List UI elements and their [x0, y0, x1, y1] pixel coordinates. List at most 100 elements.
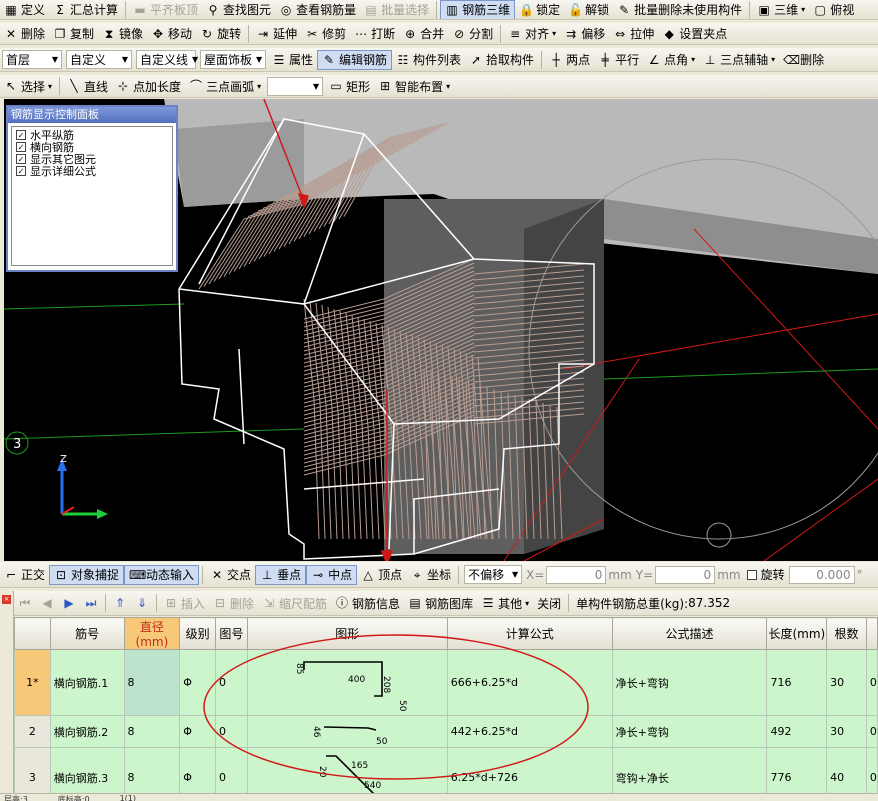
column-header[interactable]: 计算公式: [446, 617, 613, 650]
diameter-cell[interactable]: 8: [123, 649, 181, 716]
y-input[interactable]: 0: [655, 565, 716, 584]
chevron-down-icon[interactable]: ▾: [801, 5, 805, 14]
toolbar-button-scale-2[interactable]: ⇲ 缩尺配筋: [258, 593, 331, 613]
description-cell[interactable]: 净长+弯钩: [611, 649, 768, 716]
shape-cell[interactable]: 2016554050: [246, 747, 448, 793]
first-record-icon[interactable]: ⏮: [18, 596, 32, 610]
move-down-icon[interactable]: ⇓: [135, 596, 149, 610]
column-header[interactable]: 长度(mm): [766, 617, 828, 650]
toolbar-button-offset-11[interactable]: ⇉ 偏移: [560, 24, 609, 44]
chevron-down-icon[interactable]: ▼: [122, 55, 128, 64]
toolbar-button-stretch-12[interactable]: ⇔ 拉伸: [609, 24, 658, 44]
toolbar-button-extend-5[interactable]: ⇥ 延伸: [252, 24, 301, 44]
figure-number-cell[interactable]: 0: [215, 649, 248, 716]
toolbar-button-sigma-1[interactable]: Σ 汇总计算: [49, 0, 122, 19]
formula-cell[interactable]: 666+6.25*d: [446, 649, 613, 716]
diameter-cell[interactable]: 8: [123, 747, 181, 793]
column-header[interactable]: 级别: [179, 617, 216, 650]
toolbar-button-point-angle-6[interactable]: ∠ 点角 ▾: [643, 50, 699, 70]
column-header[interactable]: [865, 617, 878, 650]
toolbar-button-cube-10[interactable]: ▣ 三维 ▾: [753, 0, 809, 19]
row-number[interactable]: 3: [14, 747, 51, 793]
toolbar-button-cursor-0[interactable]: ↖ 选择 ▾: [0, 76, 56, 96]
toolbar-button-perp-4[interactable]: ⊥ 垂点: [255, 564, 307, 585]
grade-cell[interactable]: Φ: [179, 649, 216, 716]
description-cell[interactable]: 净长+弯钩: [611, 715, 768, 748]
extra-cell[interactable]: 0: [865, 715, 878, 748]
move-up-icon[interactable]: ⇑: [113, 596, 127, 610]
toolbar-button-grip-13[interactable]: ◆ 设置夹点: [658, 24, 731, 44]
toolbar-button-delete-0[interactable]: ✕ 删除: [0, 24, 49, 44]
toolbar-button-insert-0[interactable]: ⊞ 插入: [160, 593, 209, 613]
checkbox[interactable]: ✓: [16, 166, 26, 176]
count-cell[interactable]: 30: [826, 649, 867, 716]
toolbar-button-rebar-library-4[interactable]: ▤ 钢筋图库: [404, 593, 477, 613]
prev-record-icon[interactable]: ◀: [40, 596, 54, 610]
length-cell[interactable]: 716: [766, 649, 828, 716]
diameter-cell[interactable]: 8: [123, 715, 181, 748]
toolbar-button-snap-1[interactable]: ⊡ 对象捕捉: [49, 564, 125, 585]
toolbar-button-binoculars-3[interactable]: ⚲ 查找图元: [202, 0, 275, 19]
toolbar-button-split-9[interactable]: ⊘ 分割: [448, 24, 497, 44]
chevron-down-icon[interactable]: ▼: [512, 570, 518, 579]
toolbar-button-pick-3[interactable]: ➚ 拾取构件: [465, 50, 538, 70]
table-row[interactable]: 2横向钢筋.28Φ04650396442+6.25*d净长+弯钩492300: [14, 715, 878, 748]
chevron-down-icon[interactable]: ▼: [52, 55, 58, 64]
toolbar-button-top-view-11[interactable]: ▢ 俯视: [809, 0, 858, 19]
toolbar-button-point-length-2[interactable]: ⊹ 点加长度: [112, 76, 185, 96]
column-header[interactable]: 筋号: [49, 617, 125, 650]
toolbar-button-flat-2[interactable]: ▬ 平齐板顶: [129, 0, 202, 19]
chevron-down-icon[interactable]: ▾: [691, 55, 695, 64]
toolbar-button-unlock-8[interactable]: 🔓 解锁: [564, 0, 613, 19]
shape-cell[interactable]: 85 400 208 50: [246, 649, 448, 716]
toolbar-button-grid-0[interactable]: ▦ 定义: [0, 0, 49, 19]
rotate-checkbox[interactable]: [746, 569, 757, 580]
chevron-down-icon[interactable]: ▾: [257, 82, 261, 91]
column-header[interactable]: 图号: [215, 617, 248, 650]
x-input[interactable]: 0: [546, 565, 607, 584]
last-record-icon[interactable]: ⏭: [84, 596, 98, 610]
chevron-down-icon[interactable]: ▾: [525, 599, 529, 608]
toolbar-button-broom-9[interactable]: ✎ 批量删除未使用构件: [613, 0, 746, 19]
grade-cell[interactable]: Φ: [179, 747, 216, 793]
toolbar-button-intersect-3[interactable]: ✕ 交点: [206, 565, 255, 585]
toolbar-button-batch-select-5[interactable]: ▤ 批量选择: [360, 0, 433, 19]
toolbar-button-three-point-axis-7[interactable]: ⊥ 三点辅轴 ▾: [699, 50, 779, 70]
toolbar-button-move-3[interactable]: ✥ 移动: [147, 24, 196, 44]
checkbox[interactable]: ✓: [16, 142, 26, 152]
combo-0[interactable]: 首层 ▼: [2, 50, 62, 69]
toolbar-button-smart-layout-6[interactable]: ⊞ 智能布置 ▾: [374, 76, 454, 96]
formula-cell[interactable]: 442+6.25*d: [446, 715, 613, 748]
column-header[interactable]: 直径(mm): [123, 617, 181, 650]
figure-number-cell[interactable]: 0: [215, 715, 248, 748]
toolbar-button-line-1[interactable]: ╲ 直线: [63, 76, 112, 96]
toolbar-button-edit-rebar-1[interactable]: ✎ 编辑钢筋: [317, 49, 393, 70]
extra-cell[interactable]: 0: [865, 747, 878, 793]
offset-mode-combo[interactable]: 不偏移 ▼: [464, 565, 523, 584]
checkbox[interactable]: ✓: [16, 154, 26, 164]
length-cell[interactable]: 492: [766, 715, 828, 748]
toolbar-button-align-10[interactable]: ≡ 对齐 ▾: [504, 24, 560, 44]
toolbar-button-rect-5[interactable]: ▭ 矩形: [325, 76, 374, 96]
grade-cell[interactable]: Φ: [179, 715, 216, 748]
row-number[interactable]: 1*: [14, 649, 51, 716]
toolbar-button-properties-0[interactable]: ☰ 属性: [268, 50, 317, 70]
toolbar-button-list-2[interactable]: ☷ 构件列表: [392, 50, 465, 70]
chevron-down-icon[interactable]: ▼: [256, 55, 262, 64]
row-number[interactable]: 2: [14, 715, 51, 748]
toolbar-button-rotate-4[interactable]: ↻ 旋转: [196, 24, 245, 44]
table-row[interactable]: 3横向钢筋.38Φ020165540506.25*d+726弯钩+净长77640…: [14, 747, 878, 793]
chevron-down-icon[interactable]: ▾: [771, 55, 775, 64]
column-header[interactable]: 图形: [246, 617, 448, 650]
rebar-name-cell[interactable]: 横向钢筋.3: [49, 747, 125, 793]
arc-mode-combo[interactable]: ▼: [267, 76, 324, 96]
toolbar-button-coord-7[interactable]: ⌖ 坐标: [406, 565, 455, 585]
shape-cell[interactable]: 4650396: [246, 715, 448, 748]
toolbar-button-midpoint-5[interactable]: ⊸ 中点: [306, 564, 358, 585]
toolbar-button-other-5[interactable]: ☰ 其他 ▾: [477, 593, 533, 613]
rotate-input[interactable]: 0.000: [788, 565, 855, 584]
chevron-down-icon[interactable]: ▾: [48, 82, 52, 91]
toolbar-button-item-6[interactable]: 关闭: [533, 593, 565, 613]
figure-number-cell[interactable]: 0: [215, 747, 248, 793]
count-cell[interactable]: 40: [826, 747, 867, 793]
